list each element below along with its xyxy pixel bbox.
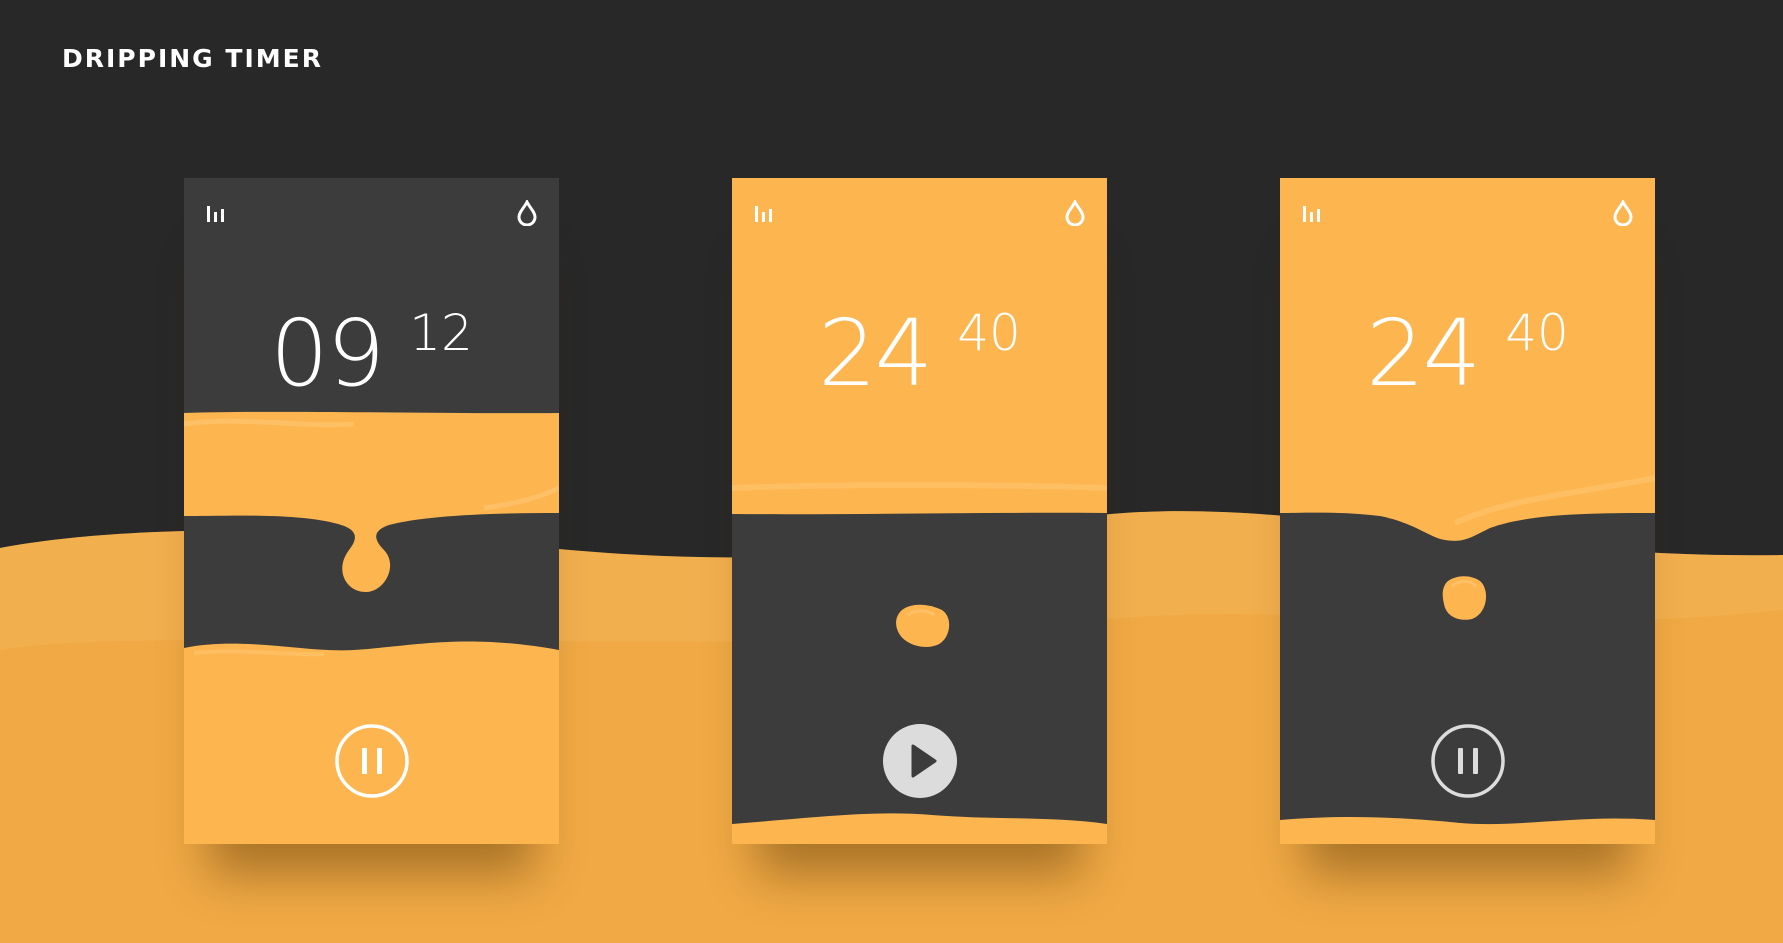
water-drop-icon[interactable] [517,200,537,226]
timer-display: 24 40 [1280,308,1655,400]
pause-icon [335,724,409,798]
timer-minutes: 24 [818,300,933,407]
water-drop-icon[interactable] [1065,200,1085,226]
water-drop-icon[interactable] [1613,200,1633,226]
timer-screen-paused: 24 40 [732,178,1107,844]
pause-button[interactable] [334,723,410,799]
timer-screen-running: 09 12 [184,178,559,844]
page-title: DRIPPING TIMER [62,44,323,73]
stats-bars-icon[interactable] [1302,204,1324,224]
timer-seconds: 12 [409,304,473,362]
timer-display: 24 40 [732,308,1107,400]
timer-minutes: 24 [1366,300,1481,407]
timer-seconds: 40 [1505,304,1569,362]
play-button[interactable] [882,723,958,799]
pause-button[interactable] [1430,723,1506,799]
timer-display: 09 12 [184,308,559,400]
timer-seconds: 40 [957,304,1021,362]
stats-bars-icon[interactable] [754,204,776,224]
timer-minutes: 09 [270,300,385,407]
stats-bars-icon[interactable] [206,204,228,224]
pause-icon [1431,724,1505,798]
play-icon [883,724,957,798]
timer-screen-running-alt: 24 40 [1280,178,1655,844]
